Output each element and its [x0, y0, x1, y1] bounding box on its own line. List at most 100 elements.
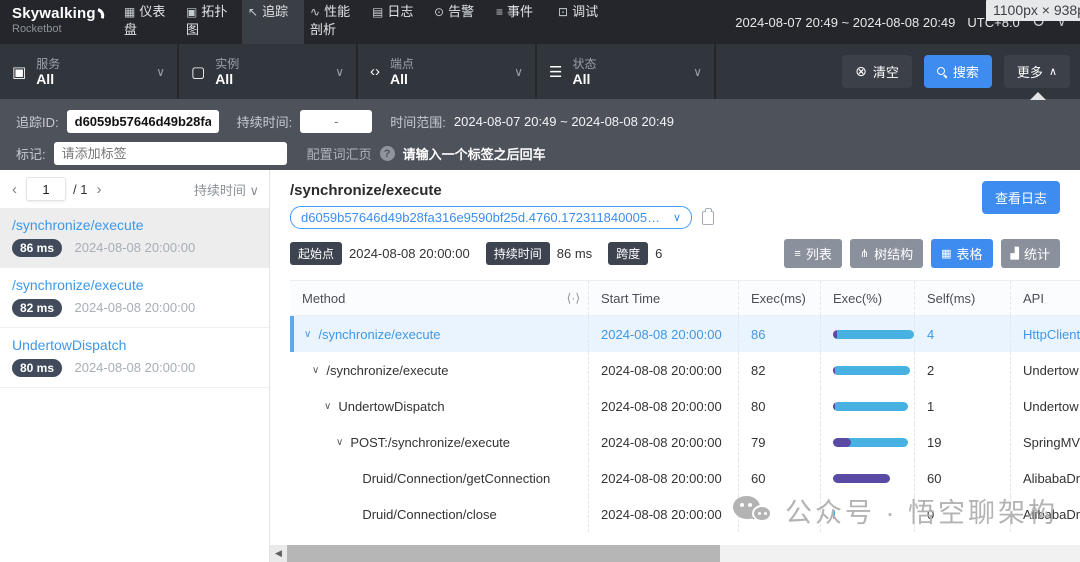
column-header[interactable]: Exec(%)⟨·⟩	[820, 281, 914, 315]
copy-icon[interactable]	[702, 207, 714, 225]
sort-dropdown[interactable]: 持续时间 ∨	[194, 180, 259, 199]
clear-label: 清空	[872, 65, 899, 80]
start-tag: 起始点	[290, 242, 343, 265]
chevron-down-icon: ∨	[672, 212, 681, 224]
view-toggle-button[interactable]: ▦ 表格	[931, 239, 993, 268]
span-method[interactable]: UndertowDispatch	[338, 399, 444, 414]
chevron-down-icon[interactable]: ∨	[312, 365, 319, 376]
span-method[interactable]: Druid/Connection/getConnection	[362, 471, 550, 486]
scrollbar-thumb[interactable]	[287, 545, 720, 562]
span-exec-pct-cell	[820, 496, 914, 532]
span-exec-ms: 60	[738, 460, 820, 496]
clear-circle-icon: ⊗	[855, 63, 867, 79]
clear-button[interactable]: ⊗ 清空	[842, 55, 912, 88]
vocab-page-link[interactable]: 配置词汇页	[307, 144, 372, 163]
column-header[interactable]: Start Time⟨·⟩	[588, 281, 738, 315]
prev-page-icon[interactable]: ‹	[10, 181, 19, 198]
view-logs-button[interactable]: 查看日志	[981, 181, 1060, 214]
view-label: 表格	[956, 247, 983, 262]
nav-item-profile[interactable]: ∿ 性能剖析	[304, 0, 366, 44]
duration-input[interactable]	[300, 110, 373, 133]
trace-id-value: d6059b57646d49b28fa316e9590bf25d.4760.17…	[301, 210, 667, 225]
duration-tag: 持续时间	[485, 242, 550, 265]
self-time-bar	[833, 329, 838, 339]
span-start-time: 2024-08-08 20:00:00	[588, 424, 738, 460]
span-api: AlibabaDruid	[1010, 460, 1080, 496]
scroll-left-icon[interactable]: ◀	[270, 545, 287, 562]
exec-bar	[833, 401, 909, 411]
filter-label: 状态	[572, 56, 597, 71]
table-row[interactable]: ∨Druid/Connection/getConnection 2024-08-…	[290, 460, 1080, 496]
trace-endpoint-name[interactable]: UndertowDispatch	[12, 337, 257, 353]
column-header[interactable]: Self(ms)⟨·⟩	[914, 281, 1010, 315]
help-icon[interactable]: ?	[379, 146, 395, 161]
filter-label: 服务	[36, 56, 61, 71]
page-number-input[interactable]	[26, 177, 66, 201]
filter-value: All	[572, 70, 591, 87]
more-label: 更多	[1016, 65, 1043, 80]
self-time-bar	[833, 401, 835, 411]
table-row[interactable]: ∨ /synchronize/execute 2024-08-08 20:00:0…	[290, 352, 1080, 388]
filter-select-status[interactable]: ☰ 状态 All ∨	[537, 44, 716, 99]
filter-select-service[interactable]: ▣ 服务 All ∨	[0, 44, 179, 99]
trace-list-item[interactable]: /synchronize/execute 86 ms 2024-08-08 20…	[0, 208, 269, 268]
column-resize-icon[interactable]: ⟨·⟩	[567, 291, 580, 305]
next-page-icon[interactable]: ›	[94, 181, 103, 198]
nav-icon: ↖	[248, 5, 259, 19]
trace-endpoint-name[interactable]: /synchronize/execute	[12, 217, 257, 233]
filter-select-endpoint[interactable]: ‹› 端点 All ∨	[358, 44, 537, 99]
view-toggle-button[interactable]: ⋔ 树结构	[849, 239, 924, 268]
table-row[interactable]: ∨ /synchronize/execute 2024-08-08 20:00:0…	[290, 316, 1080, 352]
span-api: Undertow	[1010, 352, 1080, 388]
nav-item-dashboard[interactable]: ▦ 仪表盘	[118, 0, 180, 44]
table-row[interactable]: ∨ POST:/synchronize/execute 2024-08-08 20…	[290, 424, 1080, 460]
chevron-down-icon[interactable]: ∨	[336, 437, 343, 448]
search-label: 搜索	[952, 65, 979, 80]
table-body: ∨ /synchronize/execute 2024-08-08 20:00:0…	[290, 316, 1080, 532]
nav-item-log[interactable]: ▤ 日志	[366, 0, 428, 44]
span-api: Undertow	[1010, 388, 1080, 424]
trace-start-time: 2024-08-08 20:00:00	[74, 300, 196, 315]
table-row[interactable]: ∨ UndertowDispatch 2024-08-08 20:00:00 80…	[290, 388, 1080, 424]
column-header[interactable]: Method ⟨·⟩	[290, 281, 588, 315]
trace-id-input[interactable]	[66, 110, 219, 133]
nav-item-topology[interactable]: ▣ 拓扑图	[180, 0, 242, 44]
view-toggle-button[interactable]: ≡ 列表	[784, 239, 842, 268]
self-time-bar	[833, 365, 836, 375]
app-logo[interactable]: Skywalking Rocketbot	[0, 0, 118, 44]
nav-icon: ⊡	[558, 5, 569, 19]
span-method[interactable]: Druid/Connection/close	[362, 507, 496, 522]
skywalking-trace-page: Skywalking Rocketbot ▦ 仪表盘 ▣ 拓扑图 ↖ 追踪 ∿ 性能剖析 ▤ 日志…	[0, 0, 1080, 562]
filter-value: All	[215, 70, 234, 87]
time-range-display[interactable]: 2024-08-07 20:49 ~ 2024-08-08 20:49	[735, 15, 955, 30]
column-header[interactable]: API⟨·⟩	[1010, 281, 1080, 315]
trace-meta-row: 起始点 2024-08-08 20:00:00 持续时间 86 ms 跨度 6 …	[290, 239, 1080, 268]
horizontal-scrollbar[interactable]: ◀	[270, 545, 1080, 562]
column-header-label: API	[1023, 290, 1044, 306]
nav-icon: ∿	[310, 5, 321, 19]
trace-list-item[interactable]: UndertowDispatch 80 ms 2024-08-08 20:00:…	[0, 328, 269, 388]
span-method[interactable]: /synchronize/execute	[318, 327, 440, 342]
column-header[interactable]: Exec(ms)⟨·⟩	[738, 281, 820, 315]
table-row[interactable]: ∨Druid/Connection/close 2024-08-08 20:00…	[290, 496, 1080, 532]
span-exec-pct-cell	[820, 352, 914, 388]
trace-list-item[interactable]: /synchronize/execute 82 ms 2024-08-08 20…	[0, 268, 269, 328]
search-button[interactable]: 搜索	[923, 55, 992, 88]
tag-input[interactable]	[53, 142, 287, 165]
nav-item-trace[interactable]: ↖ 追踪	[242, 0, 304, 44]
nav-item-alarm[interactable]: ⊙ 告警	[428, 0, 490, 44]
span-method[interactable]: /synchronize/execute	[326, 363, 448, 378]
nav-icon: ▣	[186, 5, 198, 19]
nav-item-debug[interactable]: ⊡ 调试	[552, 0, 614, 44]
more-button[interactable]: 更多 ∧	[1003, 55, 1070, 88]
filter-select-instance[interactable]: ▢ 实例 All ∨	[179, 44, 358, 99]
chevron-down-icon[interactable]: ∨	[304, 329, 311, 340]
nav-label: 调试	[572, 4, 599, 19]
view-toggle-button[interactable]: ▟ 统计	[1000, 239, 1060, 268]
trace-endpoint-name[interactable]: /synchronize/execute	[12, 277, 257, 293]
chevron-down-icon[interactable]: ∨	[324, 401, 331, 412]
span-api: HttpClient	[1010, 316, 1080, 352]
nav-item-event[interactable]: ≡ 事件	[490, 0, 552, 44]
span-method[interactable]: POST:/synchronize/execute	[350, 435, 510, 450]
trace-id-select[interactable]: d6059b57646d49b28fa316e9590bf25d.4760.17…	[290, 206, 692, 229]
